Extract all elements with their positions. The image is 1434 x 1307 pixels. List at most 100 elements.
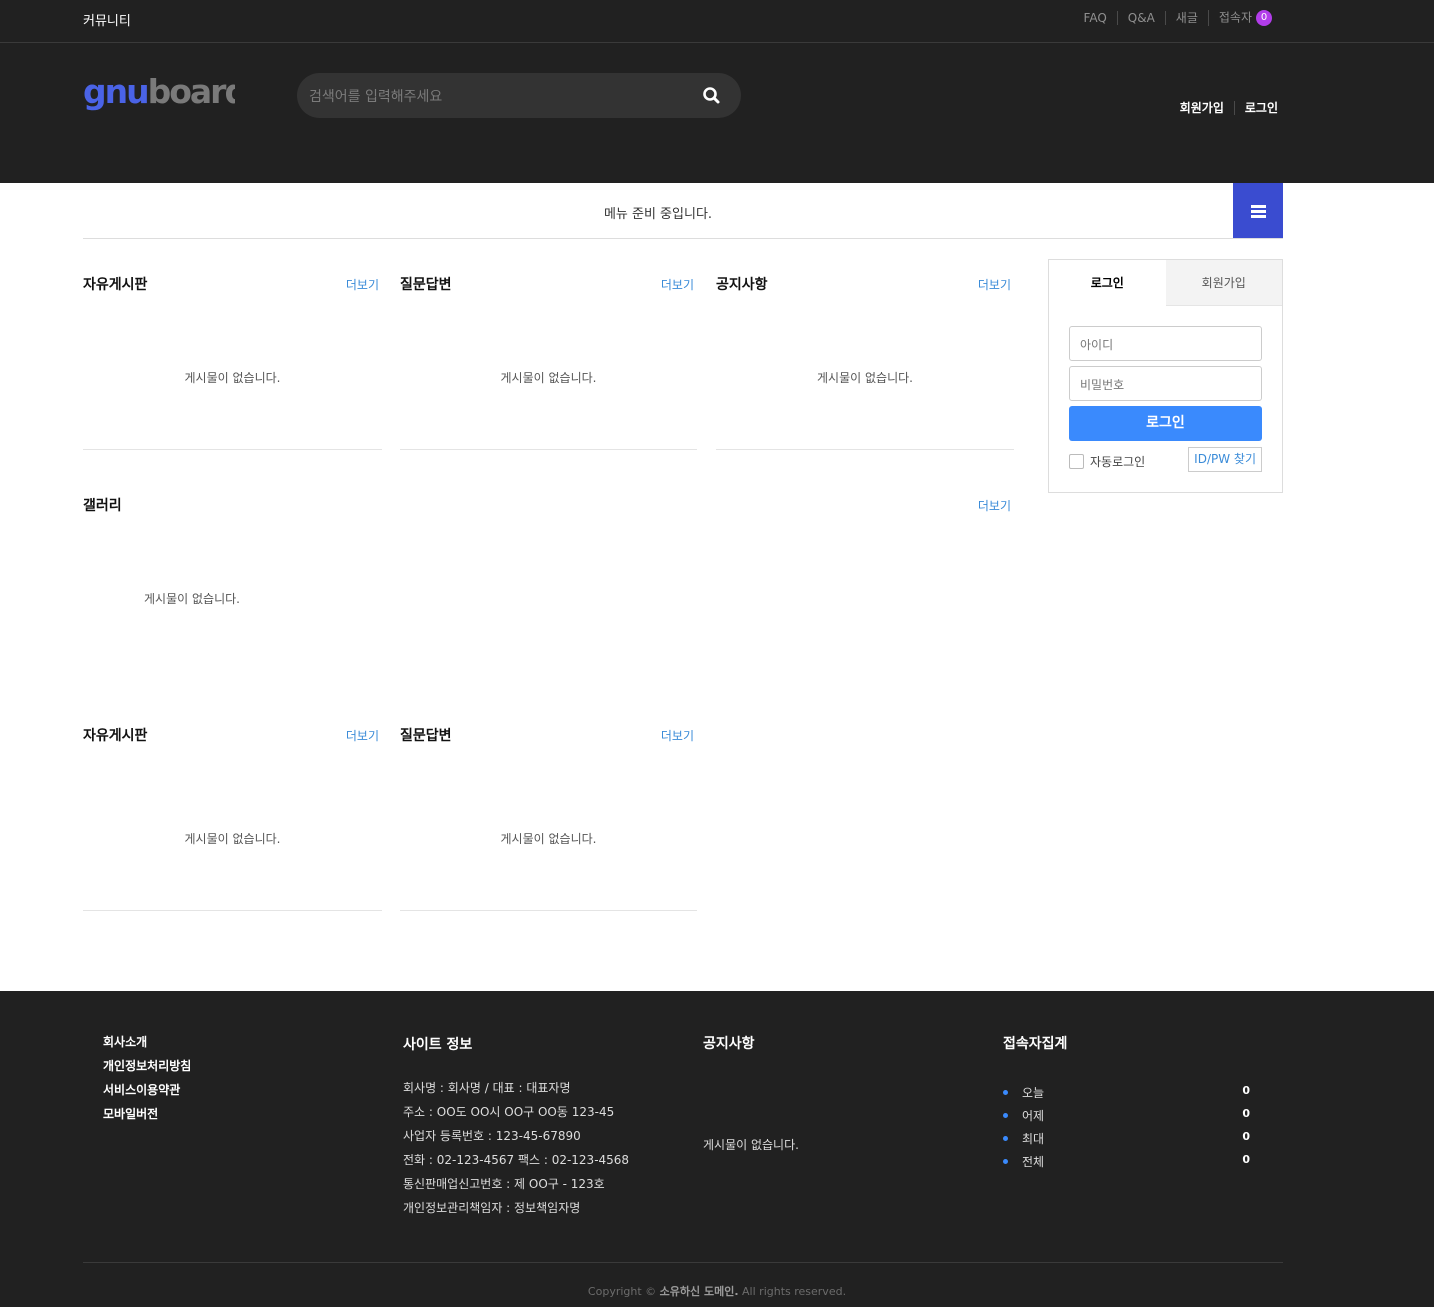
menu-toggle-button[interactable] xyxy=(1233,183,1283,238)
visitor-stats-list: 오늘 0 어제 0 최대 0 전체 0 xyxy=(1003,1084,1250,1176)
board-title[interactable]: 갤러리 xyxy=(83,495,122,515)
footer-link-mobile[interactable]: 모바일버전 xyxy=(103,1107,191,1122)
stat-row: 오늘 0 xyxy=(1003,1084,1250,1107)
stat-row: 전체 0 xyxy=(1003,1153,1250,1176)
more-link[interactable]: 더보기 xyxy=(978,497,1011,514)
auto-login-checkbox[interactable] xyxy=(1069,454,1084,469)
more-link[interactable]: 더보기 xyxy=(661,276,694,293)
more-link[interactable]: 더보기 xyxy=(661,727,694,744)
empty-message: 게시물이 없습니다. xyxy=(817,371,913,385)
search-bar[interactable]: 검색어를 입력해주세요 xyxy=(297,73,741,118)
board-free: 자유게시판 더보기 게시물이 없습니다. xyxy=(83,274,382,450)
login-tabs: 로그인 회원가입 xyxy=(1049,260,1282,306)
header-auth-links: 회원가입 로그인 xyxy=(1170,101,1278,115)
empty-message: 게시물이 없습니다. xyxy=(500,371,597,385)
footer-notice-title[interactable]: 공지사항 xyxy=(703,1033,799,1053)
stat-value: 0 xyxy=(1242,1153,1250,1166)
main-menu-bar: 메뉴 준비 중입니다. xyxy=(83,183,1283,239)
bullet-icon xyxy=(1003,1136,1008,1141)
new-posts-link[interactable]: 새글 xyxy=(1164,11,1208,25)
logo-text-board: board xyxy=(148,72,235,111)
board-qa-2: 질문답변 더보기 게시물이 없습니다. xyxy=(400,725,697,911)
bullet-icon xyxy=(1003,1113,1008,1118)
search-icon xyxy=(703,87,720,104)
board-title[interactable]: 자유게시판 xyxy=(83,274,147,294)
footer-link-privacy[interactable]: 개인정보처리방침 xyxy=(103,1059,191,1074)
board-qa: 질문답변 더보기 게시물이 없습니다. xyxy=(400,274,697,450)
stat-value: 0 xyxy=(1242,1130,1250,1143)
find-id-pw-button[interactable]: ID/PW 찾기 xyxy=(1188,447,1262,472)
qa-link[interactable]: Q&A xyxy=(1116,11,1165,25)
stat-row: 어제 0 xyxy=(1003,1107,1250,1130)
site-footer: 회사소개 개인정보처리방침 서비스이용약관 모바일버전 사이트 정보 회사명 :… xyxy=(0,991,1434,1307)
site-info: 사이트 정보 회사명 : 회사명 / 대표 : 대표자명 주소 : OO도 OO… xyxy=(403,1034,629,1220)
board-divider xyxy=(83,910,382,911)
site-info-line: 주소 : OO도 OO시 OO구 OO동 123-45 xyxy=(403,1105,615,1119)
id-field[interactable]: 아이디 xyxy=(1069,326,1262,361)
visitor-stats: 접속자집계 오늘 0 어제 0 최대 0 전체 0 xyxy=(1003,1033,1250,1176)
search-input[interactable]: 검색어를 입력해주세요 xyxy=(309,86,442,106)
footer-link-about[interactable]: 회사소개 xyxy=(103,1035,191,1050)
board-gallery: 갤러리 더보기 게시물이 없습니다. xyxy=(83,495,1014,635)
stat-label: 오늘 xyxy=(1022,1086,1045,1100)
visitors-label: 접속자 xyxy=(1218,10,1252,25)
board-notice: 공지사항 더보기 게시물이 없습니다. xyxy=(716,274,1014,450)
auto-login[interactable]: 자동로그인 xyxy=(1069,453,1145,470)
stat-label: 전체 xyxy=(1022,1155,1045,1169)
footer-link-terms[interactable]: 서비스이용약관 xyxy=(103,1083,191,1098)
stat-label: 최대 xyxy=(1022,1132,1045,1146)
password-field[interactable]: 비밀번호 xyxy=(1069,366,1262,401)
footer-divider xyxy=(83,1262,1283,1263)
board-free-2: 자유게시판 더보기 게시물이 없습니다. xyxy=(83,725,382,911)
footer-links: 회사소개 개인정보처리방침 서비스이용약관 모바일버전 xyxy=(103,1035,191,1131)
empty-message: 게시물이 없습니다. xyxy=(184,371,281,385)
board-divider xyxy=(400,449,697,450)
login-link[interactable]: 로그인 xyxy=(1233,101,1278,115)
site-header: gnuboard 검색어를 입력해주세요 회원가입 로그인 xyxy=(0,43,1434,183)
empty-message: 게시물이 없습니다. xyxy=(184,832,281,846)
faq-link[interactable]: FAQ xyxy=(1074,11,1117,25)
more-link[interactable]: 더보기 xyxy=(346,727,379,744)
more-link[interactable]: 더보기 xyxy=(978,276,1011,293)
copyright-post: All rights reserved. xyxy=(742,1285,847,1298)
copyright: Copyright © 소유하신 도메인. All rights reserve… xyxy=(0,1283,1434,1299)
empty-message: 게시물이 없습니다. xyxy=(144,592,240,606)
top-links: FAQ Q&A 새글 접속자 0 xyxy=(1074,10,1282,26)
top-bar: 커뮤니티 FAQ Q&A 새글 접속자 0 xyxy=(0,0,1434,43)
stat-row: 최대 0 xyxy=(1003,1130,1250,1153)
board-title[interactable]: 자유게시판 xyxy=(83,725,147,745)
empty-message: 게시물이 없습니다. xyxy=(703,1138,799,1152)
board-title[interactable]: 질문답변 xyxy=(400,274,452,294)
logo-text-gnu: gnu xyxy=(83,72,148,111)
bullet-icon xyxy=(1003,1159,1008,1164)
board-title[interactable]: 질문답변 xyxy=(400,725,452,745)
footer-notice: 공지사항 게시물이 없습니다. xyxy=(703,1033,799,1153)
empty-message: 게시물이 없습니다. xyxy=(500,832,597,846)
auto-login-label: 자동로그인 xyxy=(1090,455,1146,469)
stat-value: 0 xyxy=(1242,1107,1250,1120)
login-button[interactable]: 로그인 xyxy=(1069,406,1262,441)
site-info-line: 개인정보관리책임자 : 정보책임자명 xyxy=(403,1201,581,1215)
site-info-line: 통신판매업신고번호 : 제 OO구 - 123호 xyxy=(403,1177,605,1191)
board-divider xyxy=(716,449,1014,450)
visitor-stats-title: 접속자집계 xyxy=(1003,1036,1068,1052)
tab-join[interactable]: 회원가입 xyxy=(1165,260,1282,306)
copyright-pre: Copyright © xyxy=(587,1285,657,1298)
visitor-count-badge: 0 xyxy=(1256,10,1272,26)
gnuboard-logo[interactable]: gnuboard xyxy=(83,69,248,113)
login-box: 로그인 회원가입 아이디 비밀번호 로그인 자동로그인 ID/PW 찾기 xyxy=(1048,259,1283,493)
menu-placeholder-message: 메뉴 준비 중입니다. xyxy=(603,207,713,222)
more-link[interactable]: 더보기 xyxy=(346,276,379,293)
svg-text:gnuboard: gnuboard xyxy=(83,72,235,111)
signup-link[interactable]: 회원가입 xyxy=(1170,101,1234,115)
site-info-line: 사업자 등록번호 : 123-45-67890 xyxy=(403,1129,581,1143)
community-link[interactable]: 커뮤니티 xyxy=(83,10,131,29)
copyright-domain: 소유하신 도메인. xyxy=(659,1285,739,1298)
board-title[interactable]: 공지사항 xyxy=(716,274,768,294)
tab-login[interactable]: 로그인 xyxy=(1049,260,1166,306)
site-info-line: 회사명 : 회사명 / 대표 : 대표자명 xyxy=(403,1081,571,1095)
stat-label: 어제 xyxy=(1022,1109,1045,1123)
stat-value: 0 xyxy=(1242,1084,1250,1097)
visitors-link[interactable]: 접속자 0 xyxy=(1207,10,1282,26)
search-button[interactable] xyxy=(701,85,723,107)
